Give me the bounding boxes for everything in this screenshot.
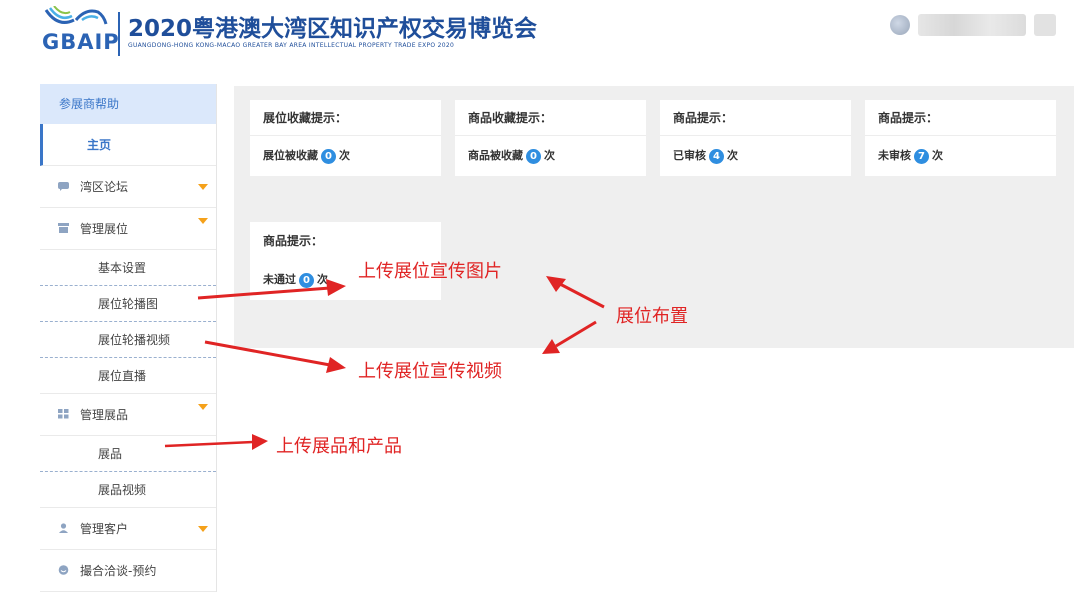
card-text: 未通过	[263, 273, 296, 286]
sidebar-group-label: 管理展品	[80, 408, 129, 422]
sidebar-group-label: 撮合洽谈-预约	[80, 564, 157, 578]
arrowhead	[252, 434, 268, 450]
card-title: 商品收藏提示：	[455, 100, 646, 136]
booth-icon	[58, 223, 69, 233]
card-title: 展位收藏提示：	[250, 100, 441, 136]
annotation-booth-video: 上传展位宣传视频	[358, 361, 502, 382]
card-unit: 次	[544, 149, 555, 162]
sidebar-group-label: 管理展位	[80, 222, 129, 236]
sidebar-group-booth[interactable]: 管理展位	[40, 208, 216, 250]
sidebar-group-forum[interactable]: 湾区论坛	[40, 166, 216, 208]
card-unit: 次	[339, 149, 350, 162]
card-body: 已审核 4 次	[660, 136, 851, 176]
card-text: 已审核	[673, 149, 706, 162]
chevron-down-icon[interactable]	[198, 218, 208, 224]
site-title: 2020粤港澳大湾区知识产权交易博览会	[128, 16, 538, 42]
card-body: 商品被收藏 0 次	[455, 136, 646, 176]
card-title: 商品提示：	[660, 100, 851, 136]
sidebar-item-exhibit-videos[interactable]: 展品视频	[40, 472, 216, 508]
site-header: GBAIP 2020粤港澳大湾区知识产权交易博览会 GUANGDONG-HONG…	[0, 0, 1080, 82]
user-menu[interactable]	[890, 14, 1056, 36]
count-badge: 0	[299, 272, 314, 288]
notice-card: 商品提示： 未审核 7 次	[865, 100, 1056, 176]
card-text: 商品被收藏	[468, 149, 523, 162]
sidebar-group-label: 湾区论坛	[80, 180, 129, 194]
sidebar-item-booth-carousel[interactable]: 展位轮播图	[40, 286, 216, 322]
sidebar-item-basic-settings[interactable]: 基本设置	[40, 250, 216, 286]
chat-icon	[58, 182, 69, 191]
sidebar-group-customers[interactable]: 管理客户	[40, 508, 216, 550]
card-body: 未审核 7 次	[865, 136, 1056, 176]
notice-card: 商品收藏提示： 商品被收藏 0 次	[455, 100, 646, 176]
annotation-products: 上传展品和产品	[276, 436, 402, 457]
card-text: 未审核	[878, 149, 911, 162]
card-unit: 次	[727, 149, 738, 162]
count-badge: 4	[709, 148, 724, 164]
sidebar-item-home[interactable]: 主页	[40, 124, 216, 166]
annotation-booth-layout: 展位布置	[616, 306, 688, 327]
chevron-down-icon[interactable]	[198, 404, 208, 410]
count-badge: 0	[321, 148, 336, 164]
user-name-blurred	[918, 14, 1026, 36]
avatar[interactable]	[890, 15, 910, 35]
arrowhead	[326, 357, 346, 373]
chevron-down-icon[interactable]	[198, 184, 208, 190]
card-body: 展位被收藏 0 次	[250, 136, 441, 176]
grid-icon	[58, 409, 69, 419]
sidebar-help[interactable]: 参展商帮助	[40, 84, 216, 124]
sidebar-item-booth-live[interactable]: 展位直播	[40, 358, 216, 394]
card-title: 商品提示：	[263, 234, 324, 248]
sidebar: 参展商帮助 主页 湾区论坛 管理展位 基本设置 展位轮播图 展位轮播视频 展位直…	[40, 84, 217, 592]
notice-card: 商品提示： 已审核 4 次	[660, 100, 851, 176]
notice-card: 展位收藏提示： 展位被收藏 0 次	[250, 100, 441, 176]
sidebar-item-booth-video[interactable]: 展位轮播视频	[40, 322, 216, 358]
card-unit: 次	[317, 273, 328, 286]
count-badge: 7	[914, 148, 929, 164]
site-subtitle: GUANGDONG-HONG KONG-MACAO GREATER BAY AR…	[128, 42, 455, 49]
user-extra-blurred	[1034, 14, 1056, 36]
card-text: 展位被收藏	[263, 149, 318, 162]
smile-icon	[58, 565, 69, 575]
annotation-booth-images: 上传展位宣传图片	[358, 261, 502, 282]
count-badge: 0	[526, 148, 541, 164]
sidebar-item-exhibits[interactable]: 展品	[40, 436, 216, 472]
sidebar-group-label: 管理客户	[80, 522, 129, 536]
sidebar-group-exhibits[interactable]: 管理展品	[40, 394, 216, 436]
logo-text: GBAIP	[42, 30, 120, 54]
card-title: 商品提示：	[865, 100, 1056, 136]
chevron-down-icon[interactable]	[198, 526, 208, 532]
card-unit: 次	[932, 149, 943, 162]
logo-divider	[118, 12, 120, 56]
user-icon	[59, 523, 68, 533]
sidebar-group-matchmaking[interactable]: 撮合洽谈-预约	[40, 550, 216, 592]
